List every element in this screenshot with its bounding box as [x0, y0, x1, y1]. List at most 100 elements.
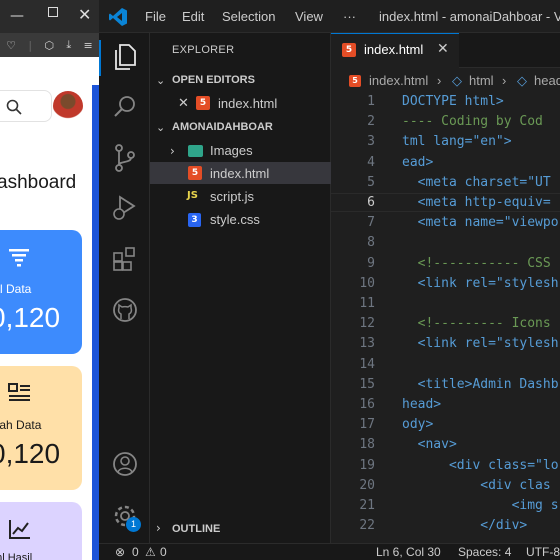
line-number: 2: [367, 114, 375, 129]
account-icon[interactable]: [112, 450, 138, 478]
search-icon[interactable]: [112, 94, 138, 120]
error-icon[interactable]: ⊗: [115, 545, 125, 559]
tree-item-images[interactable]: Images: [210, 143, 253, 158]
code-line[interactable]: tml lang="en">: [402, 134, 512, 149]
code-line[interactable]: ---- Coding by Cod: [402, 114, 543, 129]
project-folder-header[interactable]: AMONAIDAHBOAR: [172, 121, 273, 133]
open-editors-header[interactable]: OPEN EDITORS: [172, 74, 255, 86]
breadcrumb-head[interactable]: head: [534, 73, 560, 88]
extension-icon[interactable]: ⬡: [44, 39, 54, 52]
tree-item-index-html[interactable]: index.html: [210, 166, 269, 181]
chart-line-icon: [9, 520, 30, 539]
menu-view[interactable]: View: [295, 9, 323, 24]
line-number: 21: [359, 498, 375, 513]
line-number: 14: [359, 357, 375, 372]
line-number: 10: [359, 276, 375, 291]
breadcrumb-html[interactable]: html: [469, 73, 494, 88]
line-number: 9: [367, 256, 375, 271]
close-icon[interactable]: ✕: [78, 5, 91, 24]
menu-more[interactable]: ···: [343, 9, 356, 24]
notification-badge: 1: [126, 517, 141, 532]
active-indicator: [99, 40, 101, 76]
separator: |: [28, 38, 33, 52]
code-line[interactable]: <meta name="viewpo: [402, 215, 559, 230]
chevron-right-icon[interactable]: ›: [170, 144, 175, 158]
encoding[interactable]: UTF-8: [526, 545, 560, 559]
search-icon[interactable]: [6, 99, 22, 115]
card-label: ahl Hasil: [0, 552, 33, 560]
menu-edit[interactable]: Edit: [182, 9, 204, 24]
js-file-icon: JS: [187, 190, 198, 201]
cursor-position[interactable]: Ln 6, Col 30: [376, 545, 441, 559]
vscode-logo-icon: [109, 8, 127, 26]
card-hasil[interactable]: ahl Hasil: [0, 502, 82, 560]
line-number: 17: [359, 417, 375, 432]
tree-item-style-css[interactable]: style.css: [210, 212, 260, 227]
line-number: 7: [367, 215, 375, 230]
line-number: 18: [359, 437, 375, 452]
menu-file[interactable]: File: [145, 9, 166, 24]
chevron-right-icon[interactable]: ›: [156, 521, 161, 535]
code-line[interactable]: head>: [402, 397, 441, 412]
code-line[interactable]: <link rel="stylesh: [402, 276, 559, 291]
browser-toolbar: ♡ | ⬡ ⤓ ≡: [0, 33, 99, 57]
line-number: 8: [367, 235, 375, 250]
code-line[interactable]: <meta charset="UT: [402, 175, 551, 190]
tab-label: index.html: [364, 42, 424, 57]
code-line[interactable]: <!--------- Icons: [402, 316, 551, 331]
line-number: 20: [359, 478, 375, 493]
line-number: 13: [359, 336, 375, 351]
html-file-icon: 5: [196, 96, 210, 110]
warning-icon[interactable]: ⚠: [145, 545, 156, 559]
menu-icon[interactable]: ≡: [84, 39, 93, 52]
extensions-icon[interactable]: [112, 245, 138, 273]
indentation[interactable]: Spaces: 4: [458, 545, 511, 559]
maximize-icon[interactable]: [48, 7, 58, 17]
head-tag-icon: ◇: [517, 73, 527, 88]
close-icon[interactable]: ✕: [437, 41, 449, 57]
code-line[interactable]: <img s: [402, 498, 559, 513]
chevron-down-icon[interactable]: ⌄: [156, 74, 165, 87]
card-total-data[interactable]: tal Data 0,120: [0, 230, 82, 354]
run-debug-icon[interactable]: [112, 194, 138, 222]
window-title: index.html - amonaiDahboar - Visu: [379, 9, 560, 24]
explorer-files-icon[interactable]: [112, 43, 138, 71]
code-line[interactable]: ead>: [402, 155, 433, 170]
code-line[interactable]: ody>: [402, 417, 433, 432]
code-line[interactable]: <nav>: [402, 437, 457, 452]
problems-count[interactable]: 0: [132, 545, 139, 559]
browser-title-bar: — ✕: [0, 0, 99, 33]
code-line[interactable]: DOCTYPE html>: [402, 94, 504, 109]
card-label: tal Data: [0, 282, 32, 296]
minimize-icon[interactable]: —: [10, 8, 24, 24]
heart-icon[interactable]: ♡: [6, 39, 16, 52]
code-line[interactable]: <meta http-equiv=: [402, 195, 551, 210]
card-jumlah-data[interactable]: nlah Data 0,120: [0, 366, 82, 490]
page-title: ashboard: [0, 172, 77, 193]
code-line[interactable]: </div>: [402, 518, 527, 533]
github-icon[interactable]: [112, 297, 138, 323]
page-scrollbar[interactable]: [92, 85, 99, 560]
chevron-right-icon: ›: [502, 73, 507, 88]
code-line[interactable]: <title>Admin Dashb: [402, 377, 559, 392]
breadcrumb-file[interactable]: index.html: [369, 73, 428, 88]
code-line[interactable]: <div clas: [402, 478, 550, 493]
outline-header[interactable]: OUTLINE: [172, 523, 220, 535]
chevron-right-icon: ›: [437, 73, 442, 88]
code-line[interactable]: <!----------- CSS: [402, 256, 551, 271]
chevron-down-icon[interactable]: ⌄: [156, 121, 165, 134]
card-value: 0,120: [0, 302, 61, 333]
line-number: 15: [359, 377, 375, 392]
card-value: 0,120: [0, 438, 61, 469]
menu-selection[interactable]: Selection: [222, 9, 275, 24]
close-icon[interactable]: ✕: [178, 96, 189, 111]
download-icon[interactable]: ⤓: [66, 38, 71, 52]
image-folder-icon: [188, 145, 203, 157]
source-control-icon[interactable]: [112, 143, 138, 173]
warnings-count[interactable]: 0: [160, 545, 167, 559]
code-line[interactable]: <div class="lo: [402, 458, 559, 473]
tree-item-script-js[interactable]: script.js: [210, 189, 254, 204]
code-line[interactable]: <link rel="stylesh: [402, 336, 559, 351]
list-icon: [8, 383, 30, 401]
avatar[interactable]: [53, 91, 83, 121]
